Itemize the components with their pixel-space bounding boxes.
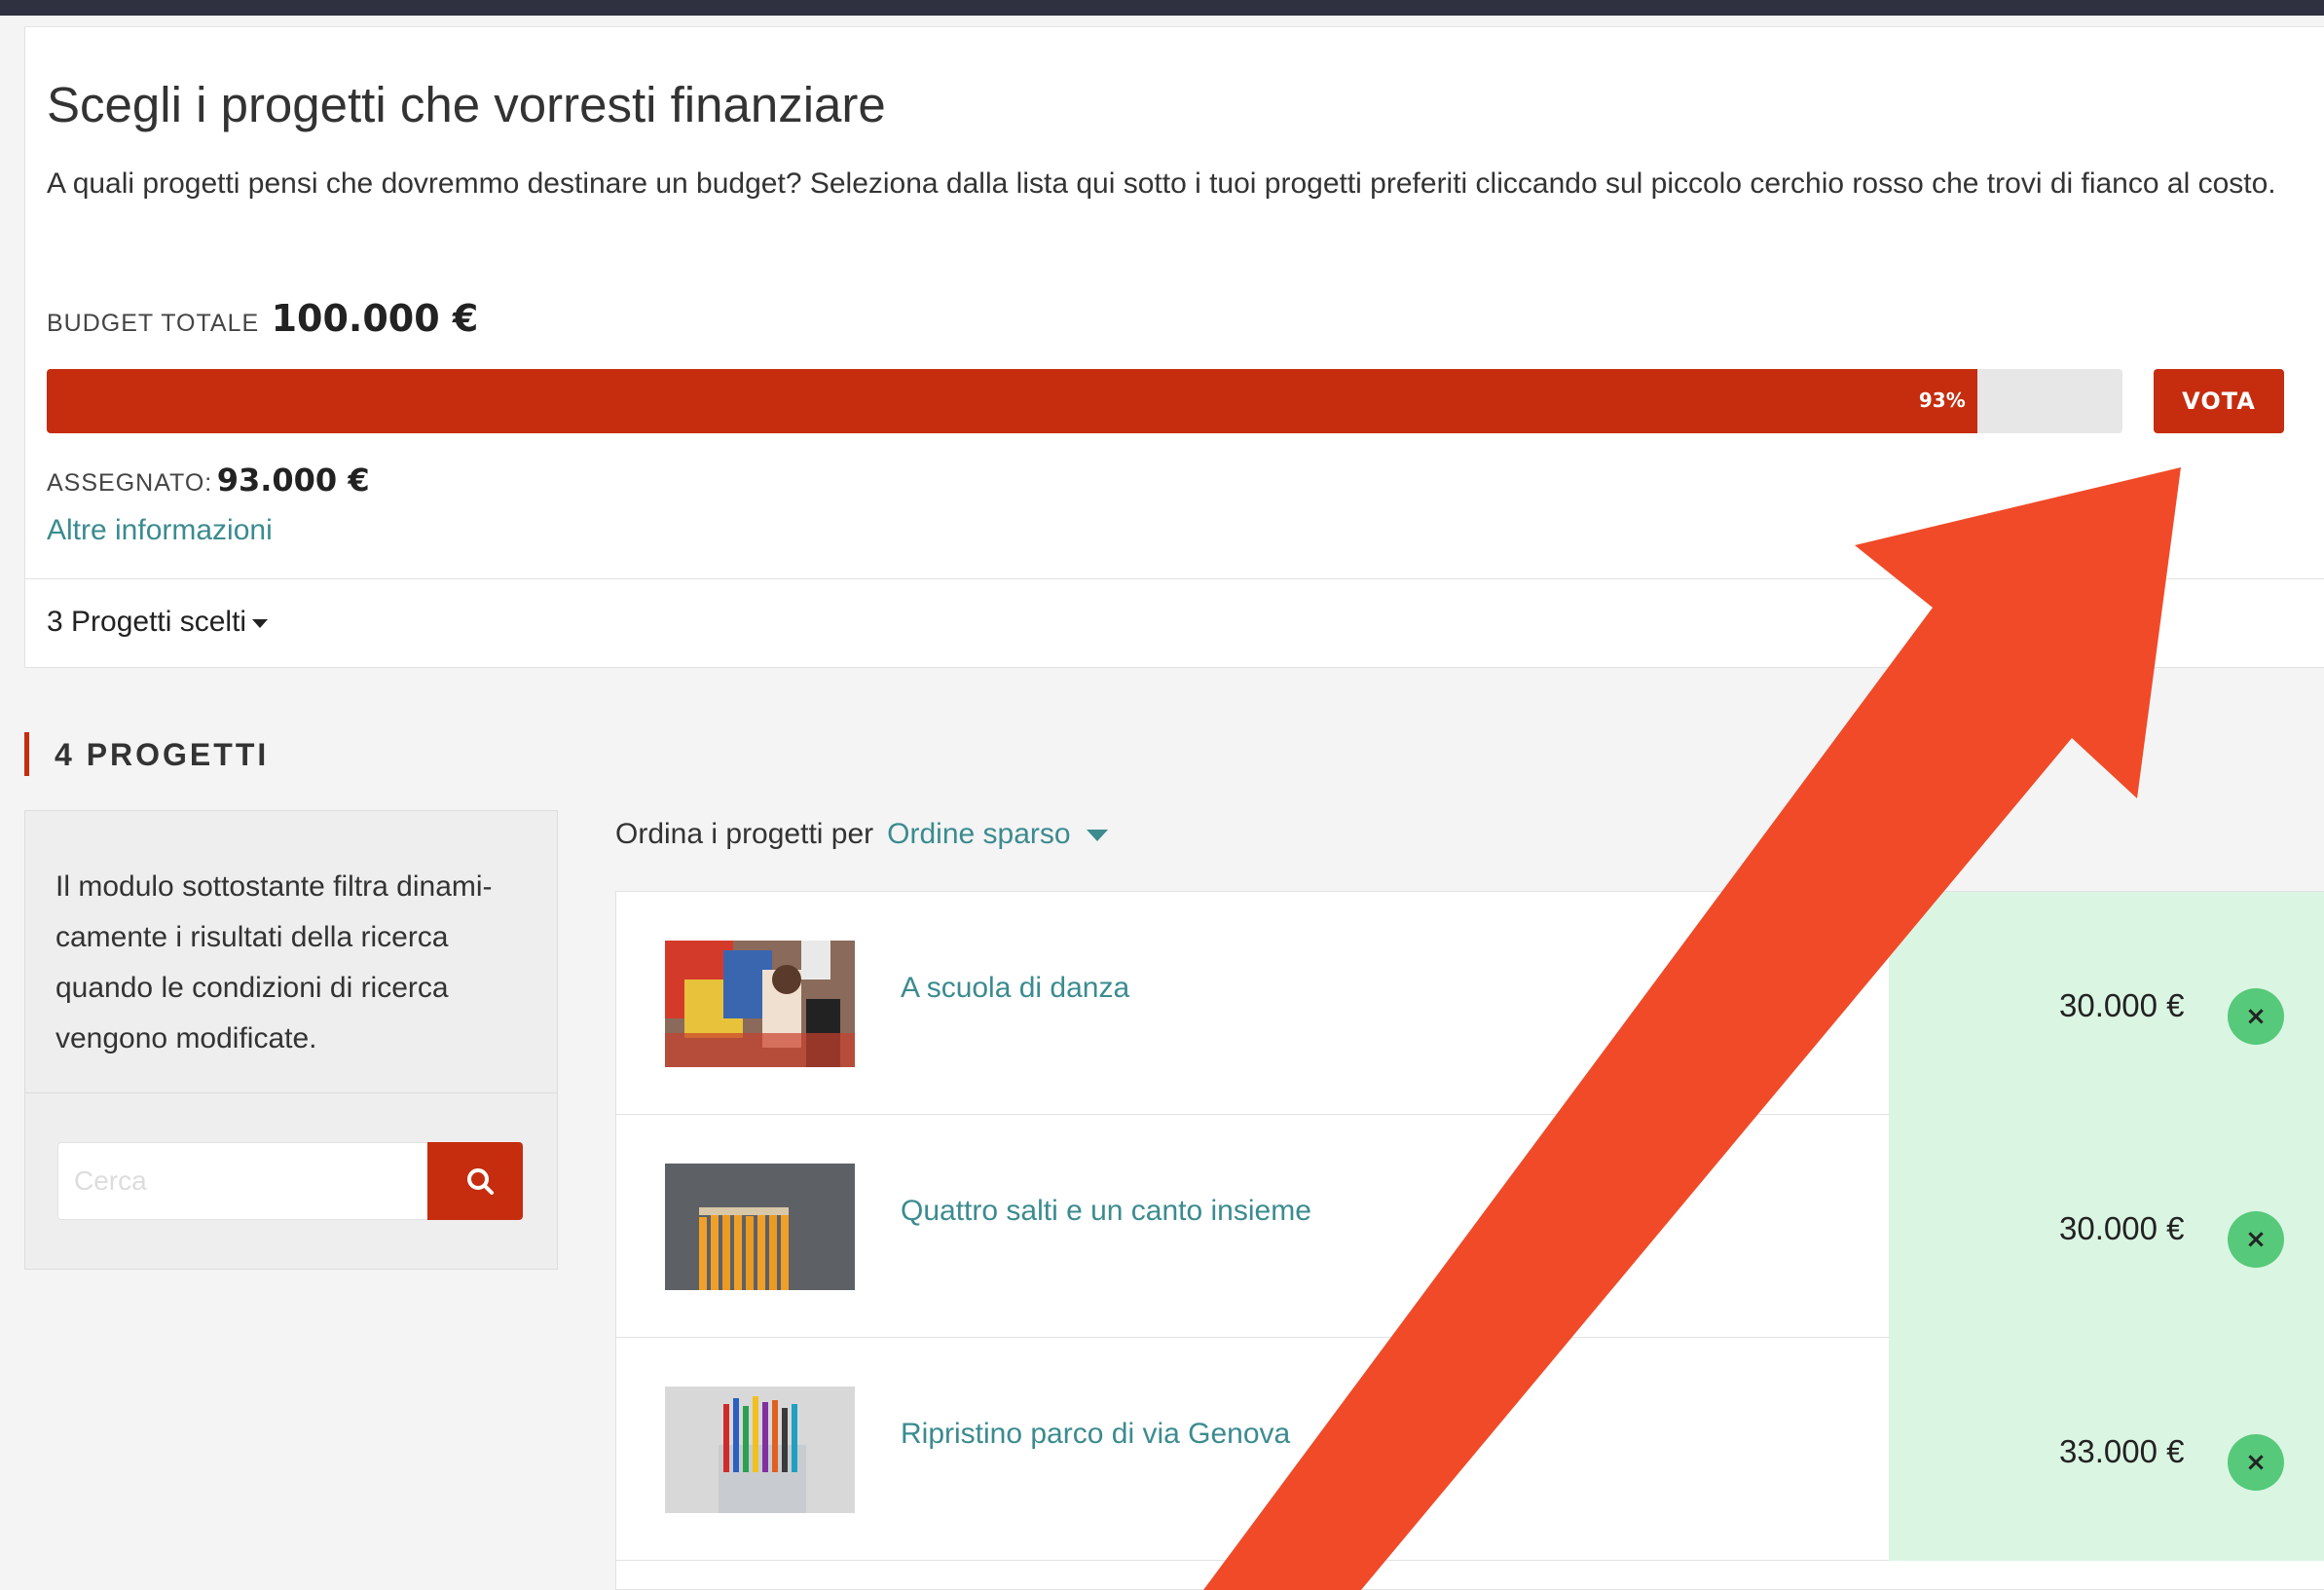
search-input[interactable] (57, 1142, 427, 1220)
chevron-down-icon[interactable] (1086, 830, 1108, 842)
card-divider (24, 578, 2324, 579)
budget-total-label: BUDGET TOTALE (47, 310, 260, 337)
project-thumbnail[interactable] (665, 1164, 855, 1290)
assigned-amount: ASSEGNATO: 93.000 € (47, 462, 370, 499)
remove-project-button[interactable]: × (2228, 1434, 2284, 1491)
project-price: 30.000 € (2059, 1210, 2185, 1246)
project-thumbnail[interactable] (665, 1387, 855, 1513)
budget-progress-label: 93% (1918, 388, 1966, 412)
remove-project-button[interactable]: × (2228, 988, 2284, 1045)
sort-dropdown[interactable]: Ordine sparso (887, 818, 1070, 850)
project-price: 30.000 € (2059, 987, 2185, 1023)
budget-progress-bar: 93% (47, 369, 2122, 433)
remove-project-button[interactable]: × (2228, 1211, 2284, 1268)
section-accent-bar (24, 732, 29, 776)
project-row: A scuola di danza 30.000 € × (616, 892, 2324, 1115)
sort-label: Ordina i progetti per (615, 818, 874, 850)
page-description: A quali progetti pensi che dovremmo dest… (47, 167, 2276, 200)
project-name[interactable]: Quattro salti e un canto insieme (901, 1195, 1311, 1228)
project-row: Ripristino parco di via Genova 33.000 € … (616, 1338, 2324, 1561)
sort-control: Ordina i progetti per Ordine sparso (615, 818, 1108, 851)
filter-description: Il modulo sottostante filtra dinami-came… (55, 870, 493, 1054)
search-icon (467, 1168, 494, 1195)
project-list: A scuola di danza 30.000 € × Quattro sal… (615, 891, 2324, 1590)
chosen-projects-toggle[interactable]: 3 Progetti scelti (47, 606, 269, 639)
more-info-link[interactable]: Altre informazioni (47, 514, 273, 547)
caret-down-icon (252, 618, 269, 628)
top-bar (0, 0, 2324, 16)
project-name[interactable]: Ripristino parco di via Genova (901, 1418, 1290, 1451)
budget-total-value: 100.000 € (271, 297, 479, 340)
vote-button[interactable]: VOTA (2154, 369, 2284, 433)
project-name[interactable]: A scuola di danza (901, 972, 1129, 1005)
project-thumbnail[interactable] (665, 941, 855, 1067)
assigned-value: 93.000 € (216, 462, 370, 499)
chosen-projects-label: 3 Progetti scelti (47, 606, 247, 638)
assigned-label: ASSEGNATO: (47, 469, 213, 497)
search-button[interactable] (427, 1142, 523, 1220)
budget-total: BUDGET TOTALE 100.000 € (47, 297, 478, 340)
budget-progress-fill: 93% (47, 369, 1977, 433)
section-title: 4 PROGETTI (55, 737, 270, 772)
page-title: Scegli i progetti che vorresti finanziar… (47, 77, 886, 132)
filter-divider (24, 1092, 558, 1093)
project-row: Quattro salti e un canto insieme 30.000 … (616, 1115, 2324, 1338)
project-price: 33.000 € (2059, 1433, 2185, 1469)
